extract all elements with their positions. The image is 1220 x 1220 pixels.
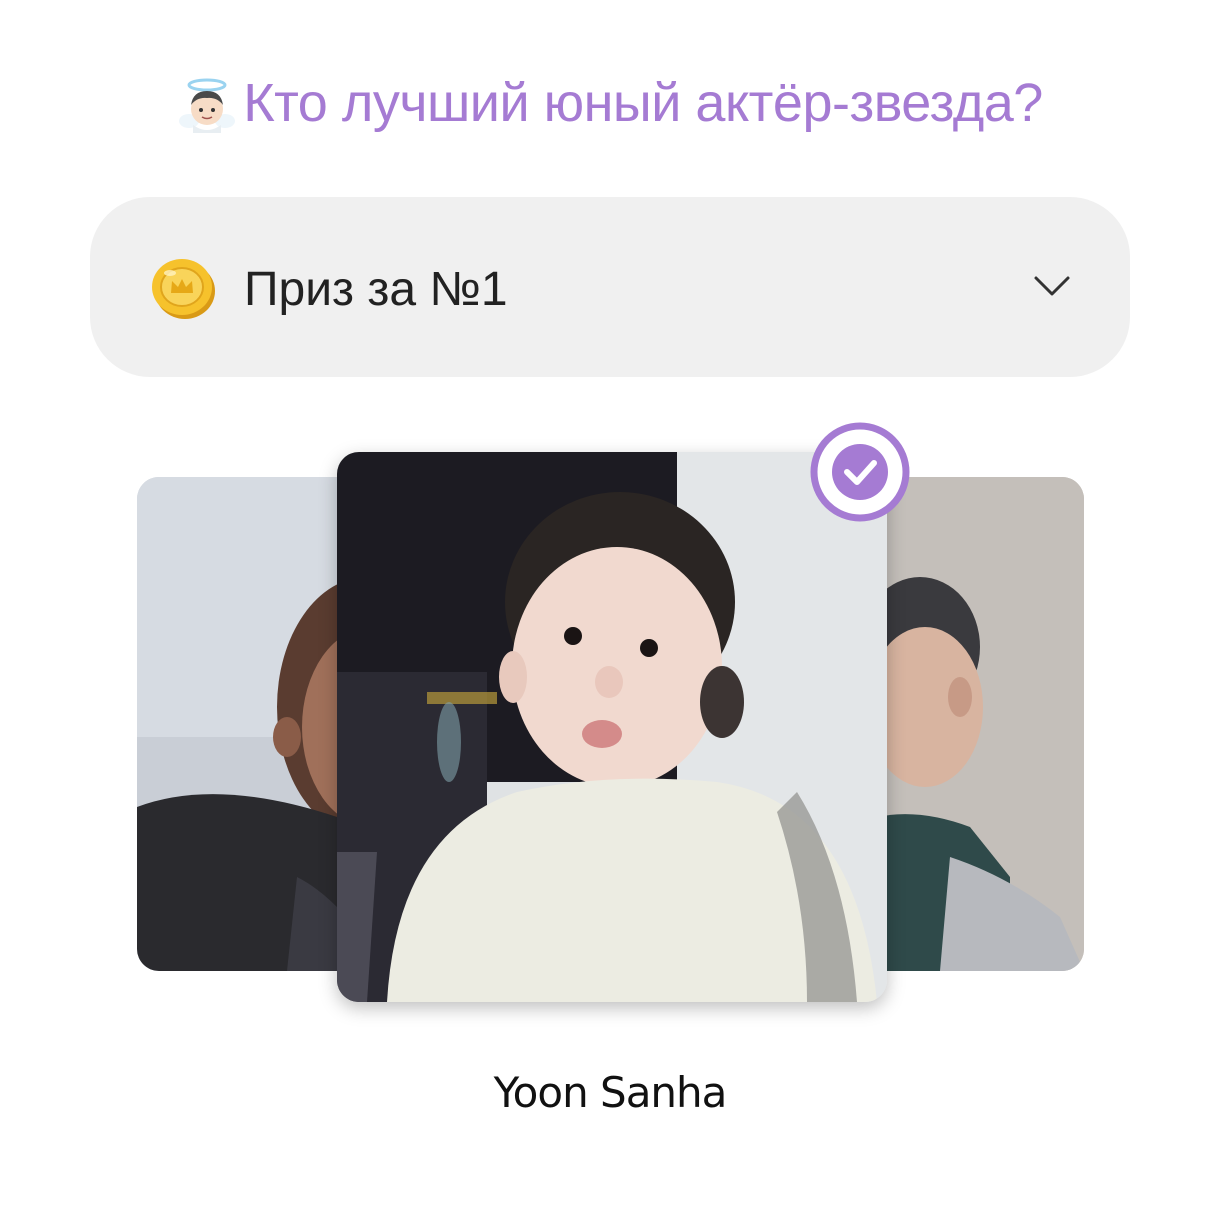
chevron-down-icon[interactable]	[1030, 268, 1074, 304]
check-circle-icon	[810, 422, 910, 522]
voting-page: Кто лучший юный актёр-звезда? Приз за №1	[0, 0, 1220, 1220]
gold-coin-icon	[152, 259, 215, 319]
page-title: Кто лучший юный актёр-звезда?	[243, 73, 1043, 133]
page-title-row: Кто лучший юный актёр-звезда?	[0, 58, 1220, 148]
prize-label: Приз за №1	[244, 263, 508, 316]
candidate-photo-selected	[337, 452, 887, 1002]
candidate-name: Yoon Sanha	[493, 1068, 728, 1117]
candidate-card-selected[interactable]	[337, 452, 887, 1002]
angel-emoji-icon	[179, 78, 236, 133]
